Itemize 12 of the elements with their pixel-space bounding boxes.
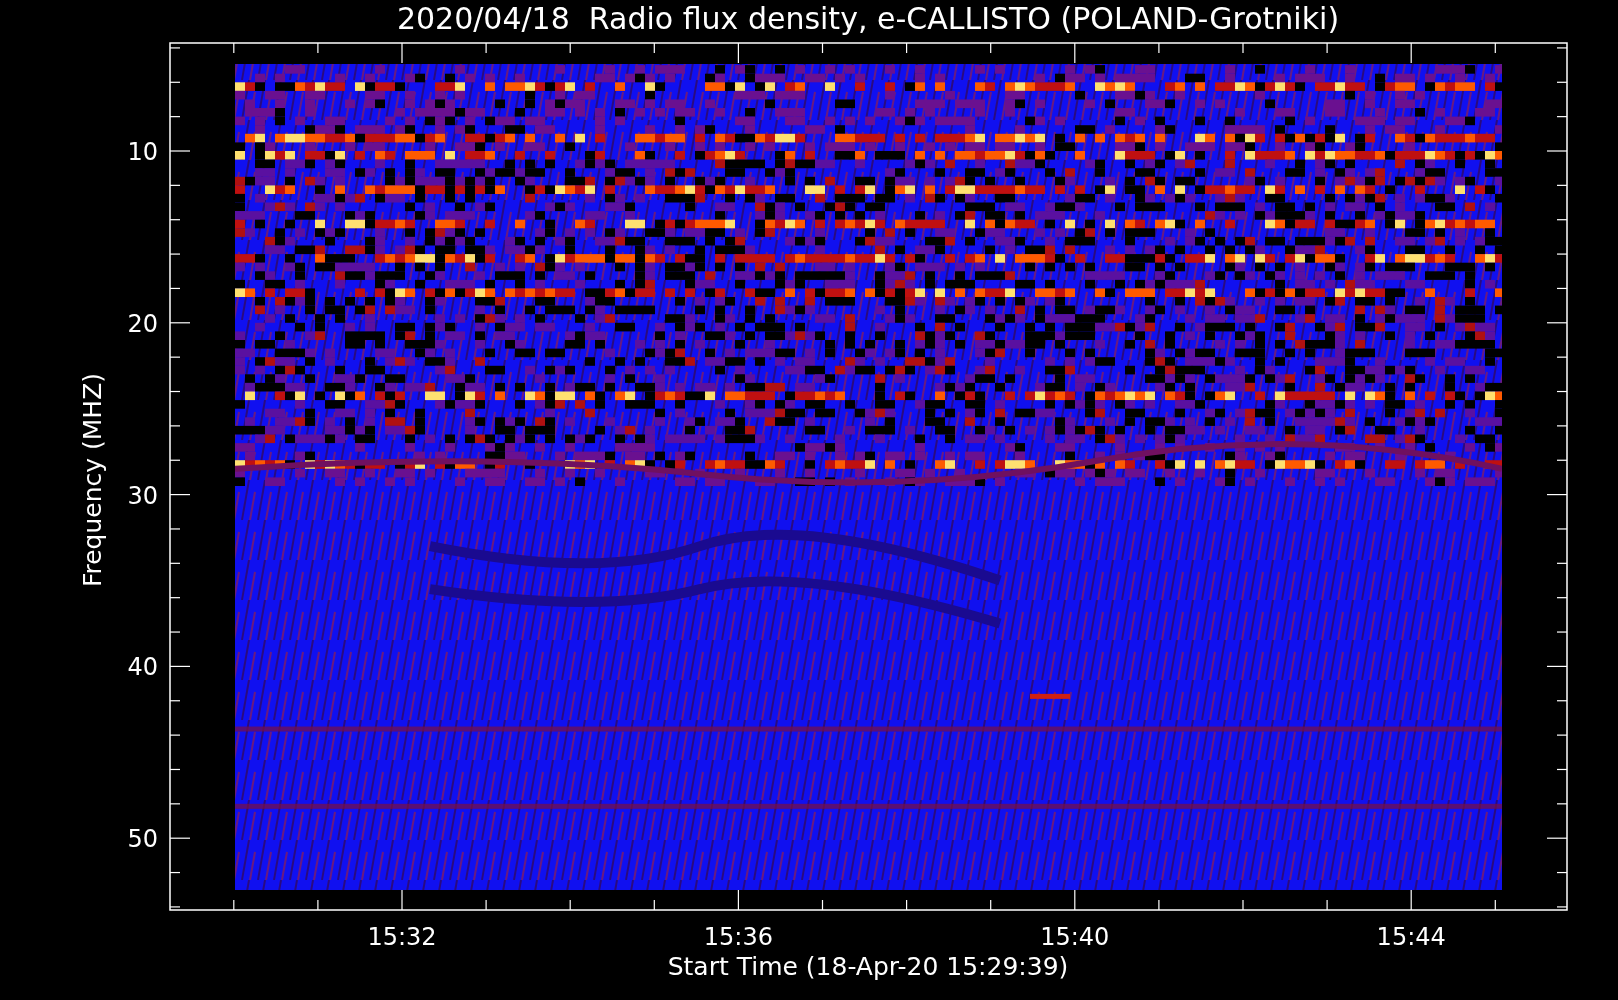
x-axis-label: Start Time (18-Apr-20 15:29:39) [667,952,1069,981]
tick-label: 20 [127,309,158,338]
y-axis-label: Frequency (MHZ) [78,372,107,588]
tick-label: 10 [127,138,158,166]
tick-label: 30 [127,481,158,510]
tick-label: 50 [127,825,158,854]
plot-title: 2020/04/18 Radio flux density, e-CALLISTO (POLAND-Grotniki) [396,1,1340,36]
tick-label: 40 [127,653,158,682]
tick-label: 15:32 [367,923,437,951]
tick-label: 15:36 [703,923,773,951]
tick-label: 15:40 [1040,923,1110,951]
tick-label: 15:44 [1376,923,1446,951]
